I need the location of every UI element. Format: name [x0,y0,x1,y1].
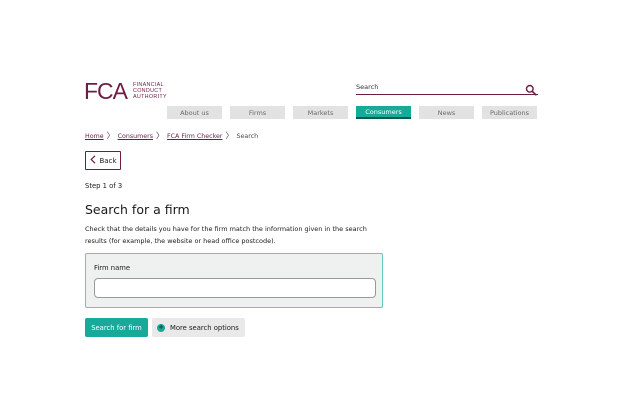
main-nav: About us Firms Markets Consumers News Pu… [167,106,537,119]
search-form-panel: Firm name [85,253,383,308]
firm-name-label: Firm name [94,264,131,272]
page-description: Check that the details you have for the … [85,225,367,245]
back-button-label: Back [99,156,117,165]
logo-line-1: FINANCIAL [133,81,164,88]
fca-logo[interactable]: FCA FINANCIAL CONDUCT AUTHORITY [84,78,194,104]
back-button[interactable]: Back [85,151,121,170]
header-search [356,80,538,96]
chevron-left-icon [89,154,96,167]
nav-item-news[interactable]: News [419,106,474,119]
breadcrumb-separator: 〉 [106,131,115,140]
firm-name-input[interactable] [94,278,376,298]
header-search-input[interactable] [356,80,521,94]
nav-item-publications[interactable]: Publications [482,106,537,119]
nav-item-markets[interactable]: Markets [293,106,348,119]
breadcrumb-home[interactable]: Home [85,133,104,140]
plus-icon: + [157,323,165,332]
page-title: Search for a firm [85,202,190,217]
nav-item-about-us[interactable]: About us [167,106,222,119]
step-indicator: Step 1 of 3 [85,182,123,190]
search-icon[interactable] [525,81,537,96]
breadcrumb: Home 〉 Consumers 〉 FCA Firm Checker 〉 Se… [85,132,258,140]
search-for-firm-button[interactable]: Search for firm [85,318,148,337]
breadcrumb-separator: 〉 [156,131,164,140]
nav-item-firms[interactable]: Firms [230,106,285,119]
more-search-options-button[interactable]: + More search options [152,318,245,337]
breadcrumb-current: Search [236,132,259,140]
logo-wordmark: FINANCIAL CONDUCT AUTHORITY [133,82,167,101]
breadcrumb-firm-checker[interactable]: FCA Firm Checker [167,133,222,140]
nav-item-consumers[interactable]: Consumers [356,106,411,119]
more-search-options-label: More search options [170,323,239,332]
logo-mark: FCA [84,77,128,104]
logo-line-3: AUTHORITY [133,94,167,101]
breadcrumb-consumers[interactable]: Consumers [118,133,153,140]
breadcrumb-separator: 〉 [225,131,234,140]
